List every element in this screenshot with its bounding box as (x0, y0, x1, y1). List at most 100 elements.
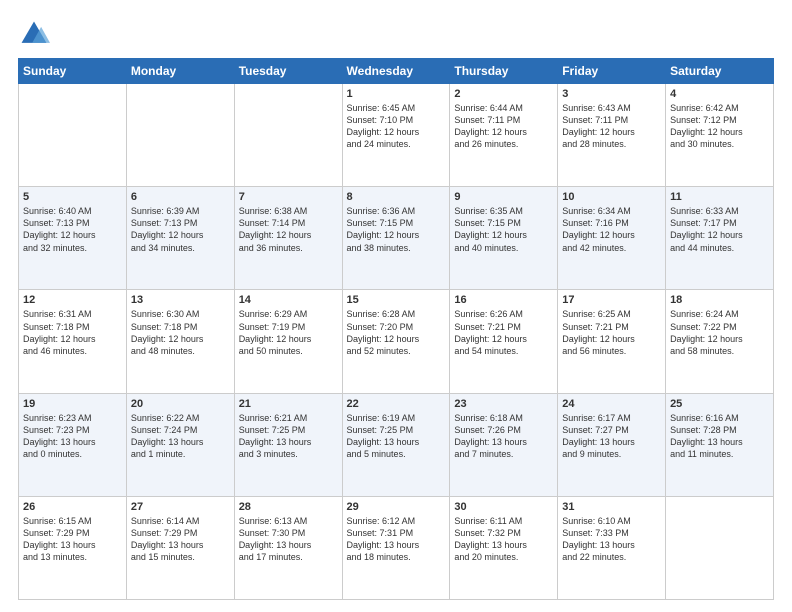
calendar-cell: 1Sunrise: 6:45 AMSunset: 7:10 PMDaylight… (342, 84, 450, 187)
header-sunday: Sunday (19, 59, 127, 84)
calendar-cell: 21 Sunrise: 6:21 AMSunset: 7:25 PMDayligh… (234, 393, 342, 496)
day-info: Sunrise: 6:19 AMSunset: 7:25 PMDaylight:… (347, 413, 420, 459)
header (18, 18, 774, 50)
day-info: Sunrise: 6:39 AMSunset: 7:13 PMDaylight:… (131, 206, 204, 252)
calendar-cell: 17Sunrise: 6:25 AMSunset: 7:21 PMDayligh… (558, 290, 666, 393)
day-info: Sunrise: 6:40 AMSunset: 7:13 PMDaylight:… (23, 206, 96, 252)
calendar-cell: 27 Sunrise: 6:14 AMSunset: 7:29 PMDayligh… (126, 496, 234, 599)
day-number: 9 (454, 191, 553, 203)
calendar-cell: 25 Sunrise: 6:16 AMSunset: 7:28 PMDayligh… (666, 393, 774, 496)
day-number: 29 (347, 501, 446, 513)
calendar-cell: 6 Sunrise: 6:39 AMSunset: 7:13 PMDaylight… (126, 187, 234, 290)
calendar-cell: 14 Sunrise: 6:29 AMSunset: 7:19 PMDayligh… (234, 290, 342, 393)
calendar-cell: 7Sunrise: 6:38 AMSunset: 7:14 PMDaylight… (234, 187, 342, 290)
calendar-cell: 22 Sunrise: 6:19 AMSunset: 7:25 PMDayligh… (342, 393, 450, 496)
calendar-cell: 30 Sunrise: 6:11 AMSunset: 7:32 PMDayligh… (450, 496, 558, 599)
day-number: 13 (131, 294, 230, 306)
calendar-cell: 3 Sunrise: 6:43 AMSunset: 7:11 PMDaylight… (558, 84, 666, 187)
day-number: 12 (23, 294, 122, 306)
calendar-cell (234, 84, 342, 187)
day-number: 3 (562, 88, 661, 100)
day-number: 30 (454, 501, 553, 513)
calendar-cell: 5 Sunrise: 6:40 AMSunset: 7:13 PMDaylight… (19, 187, 127, 290)
calendar-cell: 15 Sunrise: 6:28 AMSunset: 7:20 PMDayligh… (342, 290, 450, 393)
day-number: 16 (454, 294, 553, 306)
calendar-cell: 13Sunrise: 6:30 AMSunset: 7:18 PMDayligh… (126, 290, 234, 393)
calendar-cell: 23Sunrise: 6:18 AMSunset: 7:26 PMDayligh… (450, 393, 558, 496)
day-info: Sunrise: 6:16 AMSunset: 7:28 PMDaylight:… (670, 413, 743, 459)
day-info: Sunrise: 6:24 AMSunset: 7:22 PMDaylight:… (670, 309, 743, 355)
header-friday: Friday (558, 59, 666, 84)
calendar-row-0: 1Sunrise: 6:45 AMSunset: 7:10 PMDaylight… (19, 84, 774, 187)
day-number: 15 (347, 294, 446, 306)
calendar-cell: 8Sunrise: 6:36 AMSunset: 7:15 PMDaylight… (342, 187, 450, 290)
day-number: 6 (131, 191, 230, 203)
calendar-row-2: 12 Sunrise: 6:31 AMSunset: 7:18 PMDayligh… (19, 290, 774, 393)
header-thursday: Thursday (450, 59, 558, 84)
calendar-cell (126, 84, 234, 187)
logo-icon (18, 18, 50, 50)
day-info: Sunrise: 6:44 AMSunset: 7:11 PMDaylight:… (454, 103, 527, 149)
day-info: Sunrise: 6:11 AMSunset: 7:32 PMDaylight:… (454, 516, 527, 562)
day-info: Sunrise: 6:17 AMSunset: 7:27 PMDaylight:… (562, 413, 635, 459)
day-number: 18 (670, 294, 769, 306)
day-number: 21 (239, 398, 338, 410)
day-number: 11 (670, 191, 769, 203)
calendar-cell: 20Sunrise: 6:22 AMSunset: 7:24 PMDayligh… (126, 393, 234, 496)
day-number: 8 (347, 191, 446, 203)
day-info: Sunrise: 6:35 AMSunset: 7:15 PMDaylight:… (454, 206, 527, 252)
day-number: 2 (454, 88, 553, 100)
day-info: Sunrise: 6:45 AMSunset: 7:10 PMDaylight:… (347, 103, 420, 149)
day-info: Sunrise: 6:33 AMSunset: 7:17 PMDaylight:… (670, 206, 743, 252)
day-number: 10 (562, 191, 661, 203)
calendar-cell: 16 Sunrise: 6:26 AMSunset: 7:21 PMDayligh… (450, 290, 558, 393)
page: Sunday Monday Tuesday Wednesday Thursday… (0, 0, 792, 612)
day-info: Sunrise: 6:38 AMSunset: 7:14 PMDaylight:… (239, 206, 312, 252)
day-info: Sunrise: 6:22 AMSunset: 7:24 PMDaylight:… (131, 413, 204, 459)
calendar-cell: 12 Sunrise: 6:31 AMSunset: 7:18 PMDayligh… (19, 290, 127, 393)
calendar-cell: 19 Sunrise: 6:23 AMSunset: 7:23 PMDayligh… (19, 393, 127, 496)
calendar-table: Sunday Monday Tuesday Wednesday Thursday… (18, 58, 774, 600)
day-info: Sunrise: 6:31 AMSunset: 7:18 PMDaylight:… (23, 309, 96, 355)
day-info: Sunrise: 6:21 AMSunset: 7:25 PMDaylight:… (239, 413, 312, 459)
day-info: Sunrise: 6:15 AMSunset: 7:29 PMDaylight:… (23, 516, 96, 562)
day-number: 25 (670, 398, 769, 410)
calendar-cell: 10 Sunrise: 6:34 AMSunset: 7:16 PMDayligh… (558, 187, 666, 290)
day-number: 31 (562, 501, 661, 513)
calendar-cell: 18 Sunrise: 6:24 AMSunset: 7:22 PMDayligh… (666, 290, 774, 393)
logo (18, 18, 52, 50)
day-info: Sunrise: 6:10 AMSunset: 7:33 PMDaylight:… (562, 516, 635, 562)
day-info: Sunrise: 6:28 AMSunset: 7:20 PMDaylight:… (347, 309, 420, 355)
day-info: Sunrise: 6:26 AMSunset: 7:21 PMDaylight:… (454, 309, 527, 355)
calendar-cell (666, 496, 774, 599)
calendar-cell: 29Sunrise: 6:12 AMSunset: 7:31 PMDayligh… (342, 496, 450, 599)
weekday-header-row: Sunday Monday Tuesday Wednesday Thursday… (19, 59, 774, 84)
day-number: 22 (347, 398, 446, 410)
calendar-row-3: 19 Sunrise: 6:23 AMSunset: 7:23 PMDayligh… (19, 393, 774, 496)
day-number: 26 (23, 501, 122, 513)
calendar-row-1: 5 Sunrise: 6:40 AMSunset: 7:13 PMDaylight… (19, 187, 774, 290)
calendar-cell: 2 Sunrise: 6:44 AMSunset: 7:11 PMDaylight… (450, 84, 558, 187)
day-number: 19 (23, 398, 122, 410)
calendar-cell: 11 Sunrise: 6:33 AMSunset: 7:17 PMDayligh… (666, 187, 774, 290)
calendar-cell (19, 84, 127, 187)
day-info: Sunrise: 6:23 AMSunset: 7:23 PMDaylight:… (23, 413, 96, 459)
day-number: 14 (239, 294, 338, 306)
header-wednesday: Wednesday (342, 59, 450, 84)
day-info: Sunrise: 6:34 AMSunset: 7:16 PMDaylight:… (562, 206, 635, 252)
calendar-cell: 28Sunrise: 6:13 AMSunset: 7:30 PMDayligh… (234, 496, 342, 599)
day-info: Sunrise: 6:14 AMSunset: 7:29 PMDaylight:… (131, 516, 204, 562)
calendar-cell: 24 Sunrise: 6:17 AMSunset: 7:27 PMDayligh… (558, 393, 666, 496)
calendar-row-4: 26 Sunrise: 6:15 AMSunset: 7:29 PMDayligh… (19, 496, 774, 599)
day-info: Sunrise: 6:25 AMSunset: 7:21 PMDaylight:… (562, 309, 635, 355)
calendar-cell: 31 Sunrise: 6:10 AMSunset: 7:33 PMDayligh… (558, 496, 666, 599)
day-info: Sunrise: 6:43 AMSunset: 7:11 PMDaylight:… (562, 103, 635, 149)
day-number: 5 (23, 191, 122, 203)
day-number: 23 (454, 398, 553, 410)
day-number: 27 (131, 501, 230, 513)
day-number: 24 (562, 398, 661, 410)
day-info: Sunrise: 6:29 AMSunset: 7:19 PMDaylight:… (239, 309, 312, 355)
header-monday: Monday (126, 59, 234, 84)
calendar-cell: 4Sunrise: 6:42 AMSunset: 7:12 PMDaylight… (666, 84, 774, 187)
header-tuesday: Tuesday (234, 59, 342, 84)
